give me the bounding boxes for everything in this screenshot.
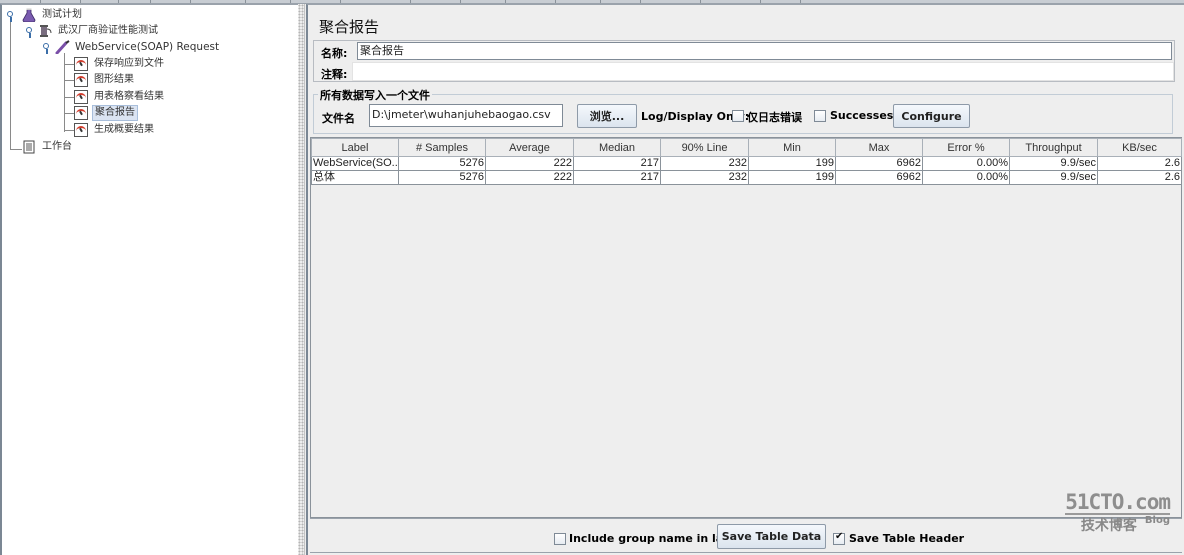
cell-kb-sec: 2.6 xyxy=(1097,156,1182,171)
jmeter-window: 测试计划 武汉厂商验证性能测试 WebService(SOAP) Request… xyxy=(0,0,1184,555)
tree-connector xyxy=(64,80,74,81)
bottom-toolbar: Include group name in label? Save Table … xyxy=(310,518,1182,552)
tree-connector xyxy=(64,97,74,98)
expand-handle-icon[interactable] xyxy=(26,27,34,38)
save-table-header-checkbox[interactable] xyxy=(833,531,845,545)
listener-icon xyxy=(74,73,88,87)
name-field[interactable]: 聚合报告 xyxy=(357,42,1172,60)
cell-throughput: 9.9/sec xyxy=(1009,156,1098,171)
successes-label: Successes xyxy=(830,109,894,122)
configure-button[interactable]: Configure xyxy=(893,104,970,128)
tree-node-listener[interactable]: 保存响应到文件 xyxy=(74,56,166,72)
column-header-throughput[interactable]: Throughput xyxy=(1009,138,1098,157)
panel-title: 聚合报告 xyxy=(319,18,380,36)
tree-node-sampler[interactable]: WebService(SOAP) Request xyxy=(55,39,221,55)
tree-node-listener-selected[interactable]: 聚合报告 xyxy=(74,105,138,121)
column-header-samples[interactable]: # Samples xyxy=(398,138,486,157)
listener-icon xyxy=(74,57,88,71)
filename-label: 文件名 xyxy=(322,112,355,125)
cell-max: 6962 xyxy=(835,170,923,185)
tree-node-listener[interactable]: 用表格察看结果 xyxy=(74,89,166,105)
watermark-blog: Blog xyxy=(1144,515,1170,526)
cell-samples: 5276 xyxy=(398,156,486,171)
results-table[interactable]: Label # Samples Average Median 90% Line … xyxy=(310,137,1182,518)
cell-kb-sec: 2.6 xyxy=(1097,170,1182,185)
successes-checkbox[interactable] xyxy=(814,110,826,122)
cell-error: 0.00% xyxy=(922,156,1010,171)
tree-connector xyxy=(64,130,74,131)
save-table-data-button[interactable]: Save Table Data xyxy=(717,524,826,549)
errors-only-label: 仅日志错误 xyxy=(747,111,802,124)
test-plan-tree[interactable]: 测试计划 武汉厂商验证性能测试 WebService(SOAP) Request… xyxy=(0,4,298,555)
test-plan-flask-icon xyxy=(22,8,36,23)
comment-label: 注释: xyxy=(321,68,348,81)
column-header-error[interactable]: Error % xyxy=(922,138,1010,157)
tree-node-listener[interactable]: 生成概要结果 xyxy=(74,122,156,138)
column-header-max[interactable]: Max xyxy=(835,138,923,157)
column-header-min[interactable]: Min xyxy=(748,138,836,157)
cell-average: 222 xyxy=(485,156,574,171)
cell-90-line: 232 xyxy=(660,170,749,185)
watermark-main: 51CTO.com xyxy=(1065,490,1171,515)
divider xyxy=(310,552,1182,553)
column-header-kb-sec[interactable]: KB/sec xyxy=(1097,138,1182,157)
tree-connector xyxy=(64,113,74,114)
aggregate-report-panel: 聚合报告 名称: 聚合报告 注释: 所有数据写入一个文件 文件名 D:\jmet… xyxy=(306,4,1184,555)
watermark-sub: 技术博客 xyxy=(1080,518,1137,534)
listener-icon xyxy=(74,106,88,120)
pane-splitter[interactable] xyxy=(298,4,305,555)
cell-min: 199 xyxy=(748,170,836,185)
table-row[interactable]: WebService(SO... 5276 222 217 232 199 69… xyxy=(311,156,1182,171)
expand-handle-icon[interactable] xyxy=(43,43,51,54)
cell-label: WebService(SO... xyxy=(311,156,399,171)
workbench-clipboard-icon xyxy=(22,140,36,154)
column-header-90-line[interactable]: 90% Line xyxy=(660,138,749,157)
cell-90-line: 232 xyxy=(660,156,749,171)
column-header-median[interactable]: Median xyxy=(573,138,661,157)
comment-field[interactable] xyxy=(352,62,1174,81)
cell-median: 217 xyxy=(573,170,661,185)
listener-icon xyxy=(74,90,88,104)
expand-handle-icon[interactable] xyxy=(7,11,15,22)
tree-node-test-plan[interactable]: 测试计划 xyxy=(22,7,84,23)
cell-max: 6962 xyxy=(835,156,923,171)
tree-node-thread-group[interactable]: 武汉厂商验证性能测试 xyxy=(38,23,160,39)
browse-button[interactable]: 浏览... xyxy=(577,104,637,128)
name-comment-group: 名称: 聚合报告 注释: xyxy=(313,40,1175,82)
tree-connector xyxy=(10,17,11,150)
errors-only-checkbox[interactable] xyxy=(732,110,744,122)
tree-node-listener[interactable]: 图形结果 xyxy=(74,72,136,88)
column-header-label[interactable]: Label xyxy=(311,138,399,157)
cell-min: 199 xyxy=(748,156,836,171)
watermark: 51CTO.com 技术博客 Blog xyxy=(1065,490,1171,535)
tree-connector xyxy=(64,64,74,65)
cell-label: 总体 xyxy=(311,170,399,185)
filename-input[interactable]: D:\jmeter\wuhanjuhebaogao.csv xyxy=(369,104,563,127)
save-table-header-label: Save Table Header xyxy=(849,532,965,545)
cell-error: 0.00% xyxy=(922,170,1010,185)
tree-connector xyxy=(10,149,22,150)
column-header-average[interactable]: Average xyxy=(485,138,574,157)
write-results-legend: 所有数据写入一个文件 xyxy=(318,87,432,103)
tree-node-workbench[interactable]: 工作台 xyxy=(22,139,74,155)
table-row[interactable]: 总体 5276 222 217 232 199 6962 0.00% 9.9/s… xyxy=(311,170,1182,185)
name-label: 名称: xyxy=(321,47,348,60)
cell-median: 217 xyxy=(573,156,661,171)
sampler-pipette-icon xyxy=(55,40,70,55)
cell-throughput: 9.9/sec xyxy=(1009,170,1098,185)
cell-average: 222 xyxy=(485,170,574,185)
listener-icon xyxy=(74,123,88,137)
include-group-checkbox[interactable] xyxy=(554,533,566,545)
table-header-row: Label # Samples Average Median 90% Line … xyxy=(311,138,1182,157)
thread-group-spool-icon xyxy=(38,24,52,38)
cell-samples: 5276 xyxy=(398,170,486,185)
